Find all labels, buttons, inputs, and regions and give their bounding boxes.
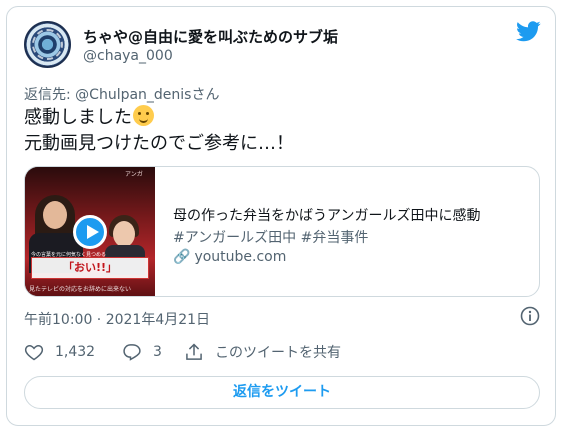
avatar[interactable] [24,21,71,68]
reply-tweet-button[interactable]: 返信をツイート [24,376,540,409]
thumbnail-sub-caption: 見たテレビの対応をお辞めに出来ない [29,286,132,293]
info-icon[interactable] [520,306,540,326]
user-handle[interactable]: @chaya_000 [83,48,173,64]
twitter-bird-icon[interactable] [516,21,541,42]
link-domain-text: youtube.com [194,249,287,265]
like-button[interactable]: 1,432 [24,342,95,362]
link-card-description: #アンガールズ田中 #弁当事件 [173,230,369,246]
tweet-text-line2: 元動画見つけたのでご参考に…！ [24,133,294,154]
thumbnail-person-face [43,201,67,229]
tweet-card: ちゃや@自由に愛を叫ぶためのサブ垢 @chaya_000 返信先: @Chulp… [6,6,556,426]
reply-bubble-icon [123,344,141,361]
link-card-title: 母の作った弁当をかばうアンガールズ田中に感動 [173,208,481,224]
share-icon [186,343,202,360]
display-name[interactable]: ちゃや@自由に愛を叫ぶためのサブ垢 [83,26,338,47]
smiling-face-with-tear-icon [133,105,154,126]
link-card-domain: 🔗 youtube.com [173,249,286,265]
reply-to-label[interactable]: 返信先: @Chulpan_denisさん [24,84,219,104]
thumbnail-person2-face [113,221,135,247]
tweet-timestamp[interactable]: 午前10:00 · 2021年4月21日 [24,309,210,329]
tweet-text-line1: 感動しました [24,107,132,128]
play-icon[interactable] [73,215,107,249]
reply-count-button[interactable]: 3 [122,342,162,362]
video-thumbnail[interactable]: アンガ 今の言葉を元に何気なく見つめる 「おい!!」 見たテレビの対応をお辞めに… [25,167,155,296]
share-label: このツイートを共有 [215,345,341,361]
link-preview-card[interactable]: アンガ 今の言葉を元に何気なく見つめる 「おい!!」 見たテレビの対応をお辞めに… [24,166,540,297]
share-button[interactable]: このツイートを共有 [184,342,341,362]
tweet-text: 感動しました 元動画見つけたのでご参考に…！ [24,105,294,157]
thumbnail-corner-text: アンガ [125,171,143,178]
like-count: 1,432 [55,344,96,360]
link-icon: 🔗 [173,249,191,265]
reply-count: 3 [153,344,162,360]
thumbnail-caption: 「おい!!」 [31,257,149,279]
heart-icon [24,344,44,361]
